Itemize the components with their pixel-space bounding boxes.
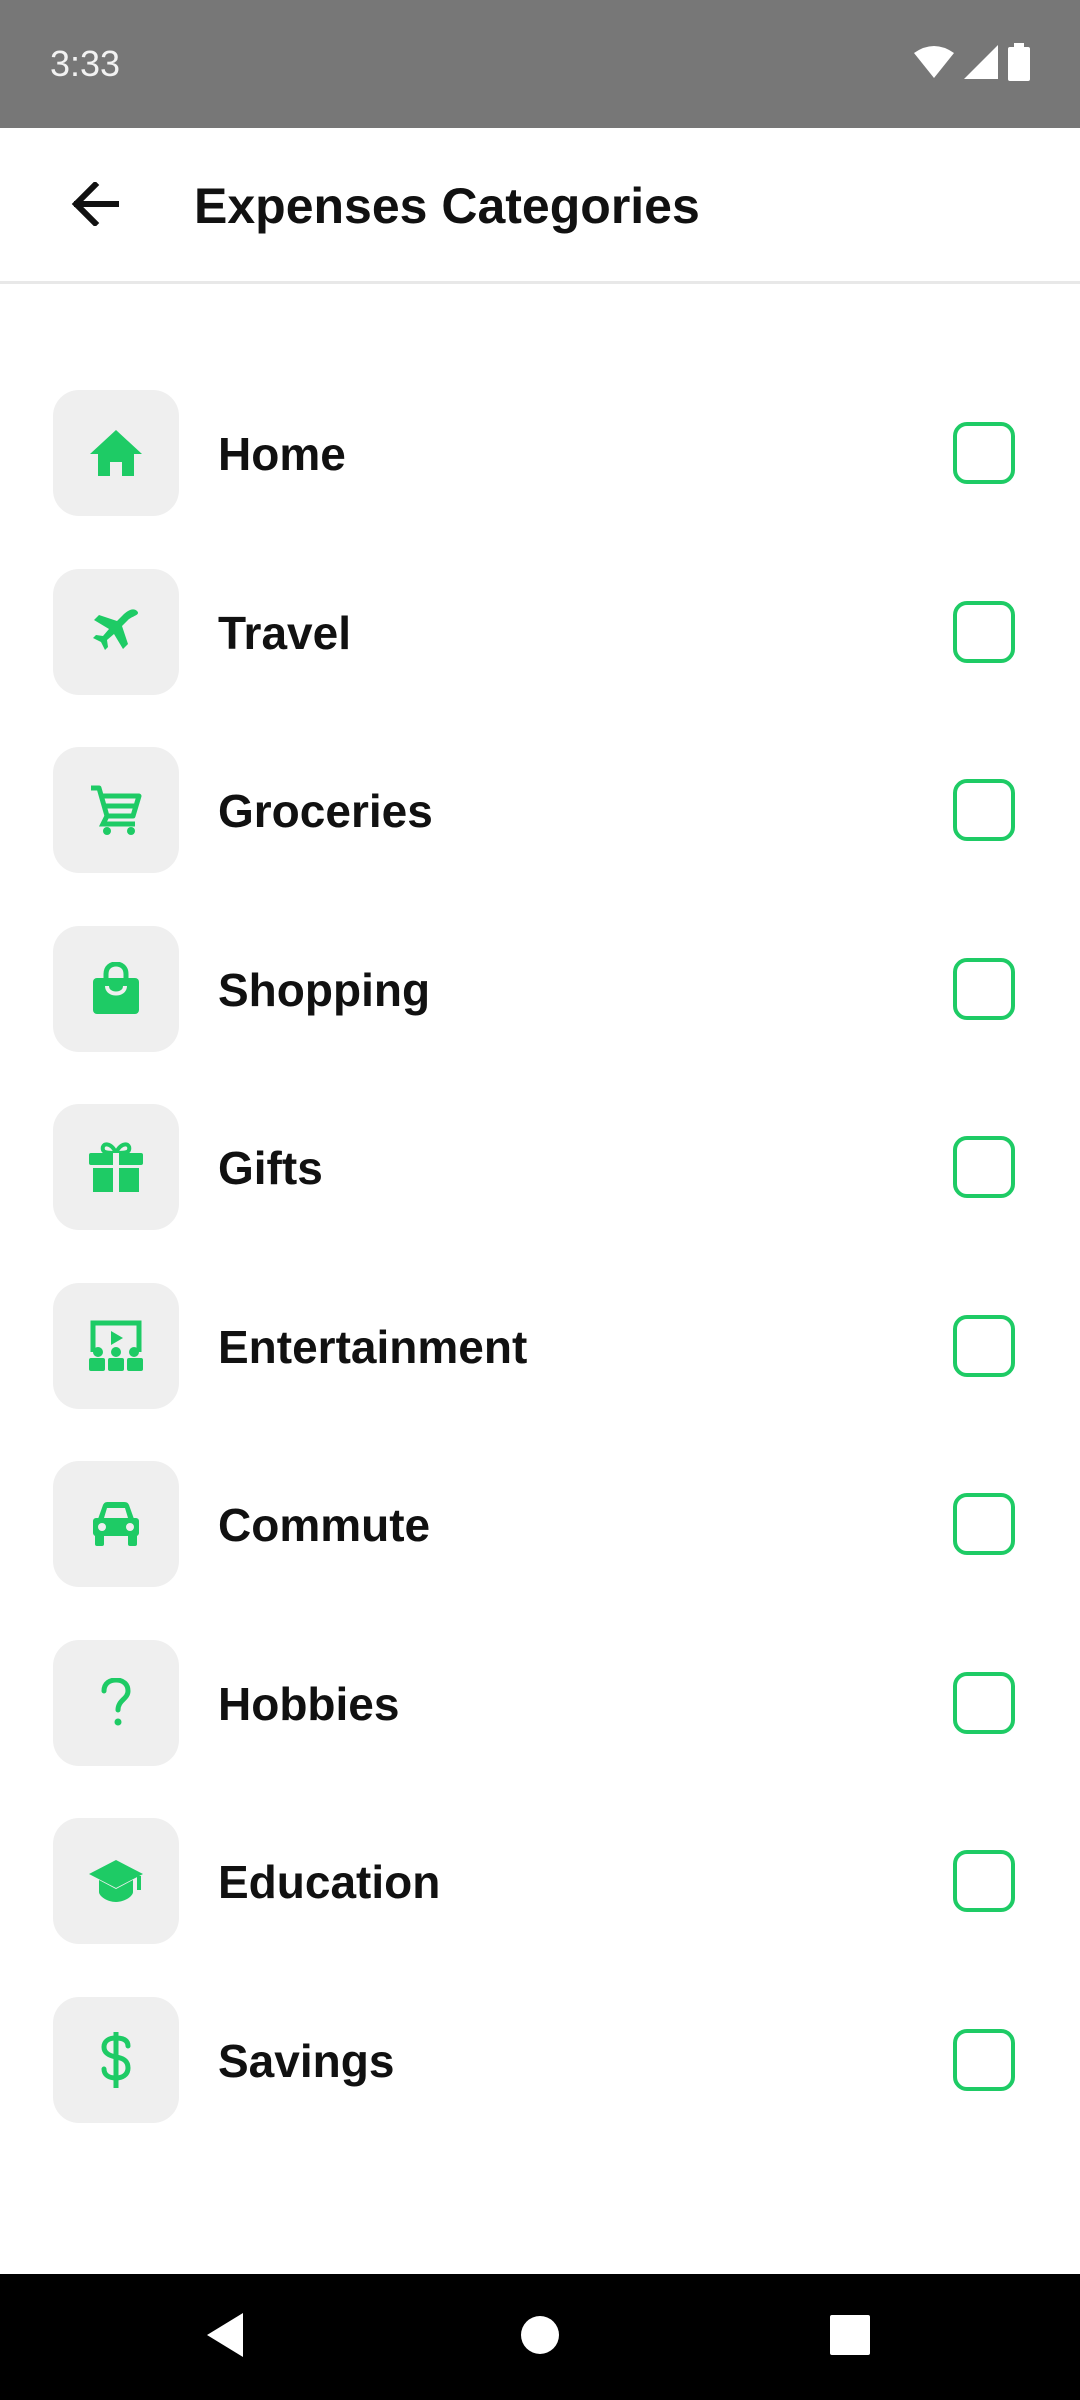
list-item-travel[interactable]: Travel — [0, 568, 1080, 748]
nav-home-button[interactable] — [480, 2274, 600, 2400]
list-item-shopping[interactable]: Shopping — [0, 925, 1080, 1105]
category-icon-tile — [53, 1461, 179, 1587]
category-checkbox[interactable] — [953, 779, 1015, 841]
wifi-icon — [914, 45, 954, 84]
category-checkbox[interactable] — [953, 600, 1015, 663]
category-label: Savings — [218, 2034, 395, 2087]
nav-home-icon — [519, 2314, 561, 2361]
question-mark-icon — [99, 1677, 133, 1728]
category-icon-tile — [53, 925, 179, 1052]
list-item-commute[interactable]: Commute — [0, 1461, 1080, 1640]
category-label: Entertainment — [218, 1320, 528, 1373]
shopping-bag-icon — [91, 961, 141, 1016]
category-checkbox[interactable] — [953, 2028, 1015, 2091]
list-item-savings[interactable]: Savings — [0, 1996, 1080, 2176]
list-item-hobbies[interactable]: Hobbies — [0, 1639, 1080, 1819]
category-checkbox[interactable] — [953, 1850, 1015, 1912]
list-item-gifts[interactable]: Gifts — [0, 1104, 1080, 1283]
category-label: Hobbies — [218, 1677, 400, 1730]
category-label: Shopping — [218, 963, 431, 1016]
category-icon-tile — [53, 1639, 179, 1766]
category-checkbox[interactable] — [953, 1314, 1015, 1377]
category-label: Gifts — [218, 1142, 323, 1194]
graduation-cap-icon — [87, 1858, 145, 1904]
nav-recents-button[interactable] — [790, 2274, 910, 2400]
category-icon-tile — [53, 1104, 179, 1230]
category-icon-tile — [53, 1996, 179, 2123]
gift-icon — [87, 1141, 145, 1193]
category-checkbox[interactable] — [953, 1671, 1015, 1734]
category-checkbox[interactable] — [953, 422, 1015, 484]
category-list: Home Travel Groceries Shopping Gifts Ent… — [0, 390, 1080, 2175]
category-label: Groceries — [218, 785, 433, 837]
battery-icon — [1008, 42, 1030, 86]
list-item-entertainment[interactable]: Entertainment — [0, 1282, 1080, 1462]
category-icon-tile — [53, 390, 179, 516]
status-bar: 3:33 — [0, 0, 1080, 128]
status-time: 3:33 — [50, 43, 121, 84]
category-checkbox[interactable] — [953, 1136, 1015, 1198]
system-nav-bar — [0, 2274, 1080, 2400]
category-label: Education — [218, 1856, 441, 1908]
status-icons — [914, 42, 1030, 86]
nav-back-button[interactable] — [165, 2274, 285, 2400]
list-item-education[interactable]: Education — [0, 1818, 1080, 1997]
back-button[interactable] — [50, 166, 140, 246]
list-item-home[interactable]: Home — [0, 390, 1080, 569]
nav-recents-icon — [829, 2314, 871, 2361]
signal-icon — [964, 44, 998, 84]
category-checkbox[interactable] — [953, 957, 1015, 1020]
airplane-icon — [91, 607, 141, 657]
category-checkbox[interactable] — [953, 1493, 1015, 1555]
arrow-left-icon — [71, 180, 120, 231]
nav-back-icon — [203, 2311, 247, 2364]
category-label: Commute — [218, 1499, 431, 1551]
page-title: Expenses Categories — [194, 178, 700, 234]
dollar-icon — [99, 2030, 133, 2090]
category-label: Home — [218, 428, 346, 480]
category-icon-tile — [53, 1282, 179, 1409]
category-icon-tile — [53, 747, 179, 873]
app-bar: Expenses Categories — [0, 128, 1080, 284]
category-label: Travel — [218, 606, 351, 659]
category-icon-tile — [53, 1818, 179, 1944]
list-item-groceries[interactable]: Groceries — [0, 747, 1080, 926]
cart-icon — [89, 784, 143, 836]
category-icon-tile — [53, 568, 179, 695]
theater-icon — [87, 1320, 145, 1372]
home-icon — [88, 428, 144, 478]
car-icon — [90, 1501, 142, 1547]
